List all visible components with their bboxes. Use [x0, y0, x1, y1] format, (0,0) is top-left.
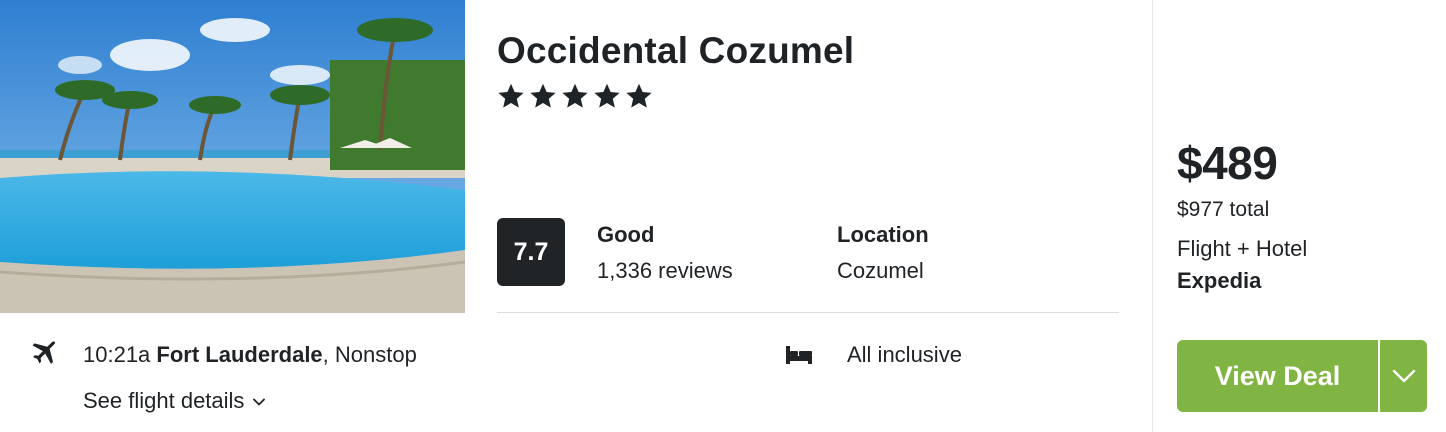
flight-origin: Fort Lauderdale — [156, 342, 323, 367]
deal-button-group: View Deal — [1177, 340, 1427, 412]
hotel-name[interactable]: Occidental Cozumel — [497, 30, 854, 72]
star-icon — [562, 83, 588, 108]
section-divider — [497, 312, 1119, 313]
chevron-down-icon — [1392, 369, 1415, 383]
package-type: Flight + Hotel — [1177, 236, 1308, 261]
result-card: Occidental Cozumel 7.7 Good 1,336 review… — [0, 0, 1446, 432]
location-value: Cozumel — [837, 258, 924, 283]
total-price: $977 total — [1177, 198, 1270, 221]
review-score-badge: 7.7 — [497, 218, 565, 286]
more-deals-toggle[interactable] — [1380, 340, 1427, 412]
rating-label: Good — [597, 222, 655, 247]
flight-summary: 10:21a Fort Lauderdale, Nonstop — [83, 342, 417, 368]
location-label: Location — [837, 222, 929, 247]
column-separator — [1152, 0, 1153, 432]
chevron-down-icon — [253, 398, 266, 406]
see-flight-details-label: See flight details — [83, 388, 245, 413]
departure-time: 10:21a — [83, 342, 151, 367]
amenity-label: All inclusive — [847, 342, 962, 367]
flight-stops: , Nonstop — [322, 342, 417, 367]
star-icon — [594, 83, 620, 108]
star-icon — [498, 83, 524, 108]
star-icon — [626, 83, 652, 108]
view-deal-button[interactable]: View Deal — [1177, 340, 1378, 412]
star-rating — [497, 82, 653, 110]
airplane-icon — [32, 341, 56, 364]
see-flight-details-link[interactable]: See flight details — [83, 388, 266, 414]
star-icon — [530, 83, 556, 108]
price: $489 — [1177, 137, 1278, 189]
bed-icon — [786, 346, 812, 364]
hotel-photo[interactable] — [0, 0, 465, 313]
review-count[interactable]: 1,336 reviews — [597, 258, 733, 284]
provider-name: Expedia — [1177, 268, 1262, 293]
